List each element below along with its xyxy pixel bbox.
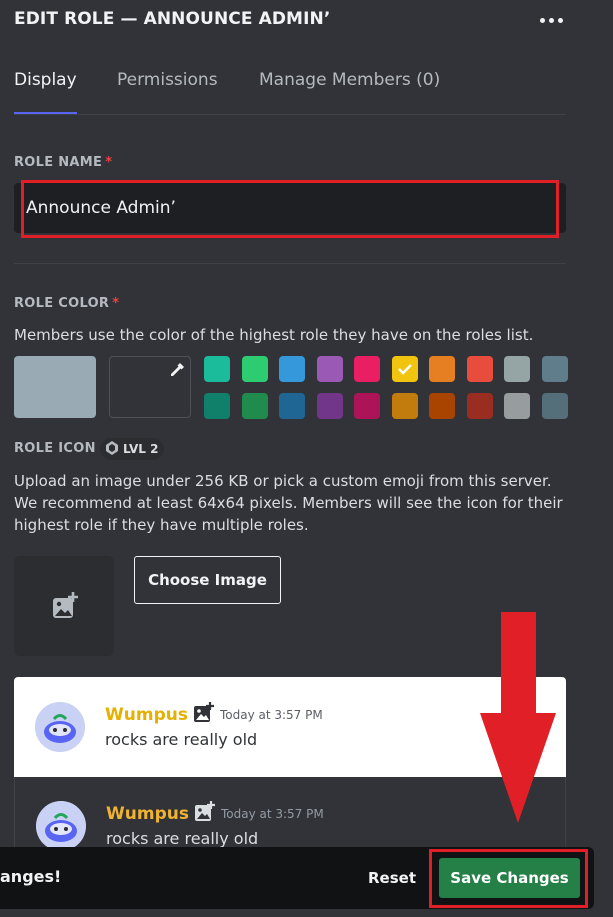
level-badge: LVL 2: [100, 438, 165, 460]
message-header: Wumpus Today at 3:57 PM: [106, 801, 324, 827]
tabs-divider: [14, 114, 566, 115]
role-icon-description: Upload an image under 256 KB or pick a c…: [14, 472, 563, 534]
message-header: Wumpus Today at 3:57 PM: [105, 702, 323, 728]
tab-manage-members[interactable]: Manage Members (0): [259, 70, 440, 90]
role-icon-placeholder-icon: [194, 801, 216, 827]
section-divider: [14, 263, 566, 264]
color-swatch[interactable]: [204, 356, 230, 382]
level-badge-text: LVL 2: [123, 442, 159, 456]
color-swatch[interactable]: [541, 356, 568, 382]
role-name-highlight: [21, 180, 559, 238]
color-swatch[interactable]: [316, 356, 343, 382]
required-mark: *: [112, 296, 120, 311]
timestamp: Today at 3:57 PM: [220, 807, 324, 821]
save-highlight: [429, 849, 588, 908]
color-swatch[interactable]: [466, 393, 493, 419]
annotation-arrow-icon: [480, 612, 556, 823]
eyedropper-icon: [168, 361, 186, 383]
username[interactable]: Wumpus: [106, 804, 189, 824]
choose-image-button[interactable]: Choose Image: [134, 556, 281, 604]
color-swatch[interactable]: [504, 393, 530, 419]
color-swatch[interactable]: [241, 393, 268, 419]
required-mark: *: [105, 155, 113, 170]
color-swatch[interactable]: [279, 393, 305, 419]
avatar: [36, 801, 86, 851]
boost-gem-icon: [106, 440, 118, 458]
color-swatch-grid: [204, 356, 568, 419]
role-icon-label: ROLE ICON: [14, 441, 96, 456]
username[interactable]: Wumpus: [105, 705, 188, 725]
color-swatch[interactable]: [541, 393, 568, 419]
timestamp: Today at 3:57 PM: [219, 708, 323, 722]
active-tab-indicator: [14, 112, 77, 114]
more-dots-icon[interactable]: [538, 6, 566, 34]
role-icon-placeholder-icon: [193, 702, 215, 728]
color-swatch[interactable]: [429, 393, 455, 419]
reset-button[interactable]: Reset: [362, 862, 416, 894]
color-swatch[interactable]: [279, 356, 305, 382]
color-swatch[interactable]: [504, 356, 530, 382]
role-color-label-text: ROLE COLOR: [14, 296, 110, 311]
role-color-label: ROLE COLOR *: [14, 296, 119, 311]
message-text: rocks are really old: [106, 829, 259, 848]
role-icon-upload[interactable]: [14, 556, 114, 656]
color-swatch[interactable]: [241, 356, 268, 382]
color-swatch[interactable]: [391, 393, 418, 419]
color-swatch[interactable]: [204, 393, 230, 419]
role-name-label: ROLE NAME *: [14, 155, 112, 170]
role-name-label-text: ROLE NAME: [14, 155, 103, 170]
color-swatch[interactable]: [429, 356, 455, 382]
color-swatch[interactable]: [316, 393, 343, 419]
color-swatch[interactable]: [391, 356, 418, 382]
color-swatch[interactable]: [354, 356, 380, 382]
avatar: [35, 702, 85, 752]
color-swatch[interactable]: [354, 393, 380, 419]
role-color-description: Members use the color of the highest rol…: [14, 326, 534, 344]
check-icon: [397, 364, 412, 375]
default-color-swatch[interactable]: [14, 356, 96, 418]
page-title: EDIT ROLE — ANNOUNCE ADMIN’: [14, 9, 331, 29]
custom-color-swatch[interactable]: [109, 356, 191, 418]
message-text: rocks are really old: [105, 730, 258, 749]
tab-permissions[interactable]: Permissions: [117, 70, 218, 90]
tab-display[interactable]: Display: [14, 70, 77, 90]
add-image-icon: [51, 592, 79, 624]
unsaved-changes-notice: anges!: [0, 867, 62, 886]
color-swatch[interactable]: [466, 356, 493, 382]
